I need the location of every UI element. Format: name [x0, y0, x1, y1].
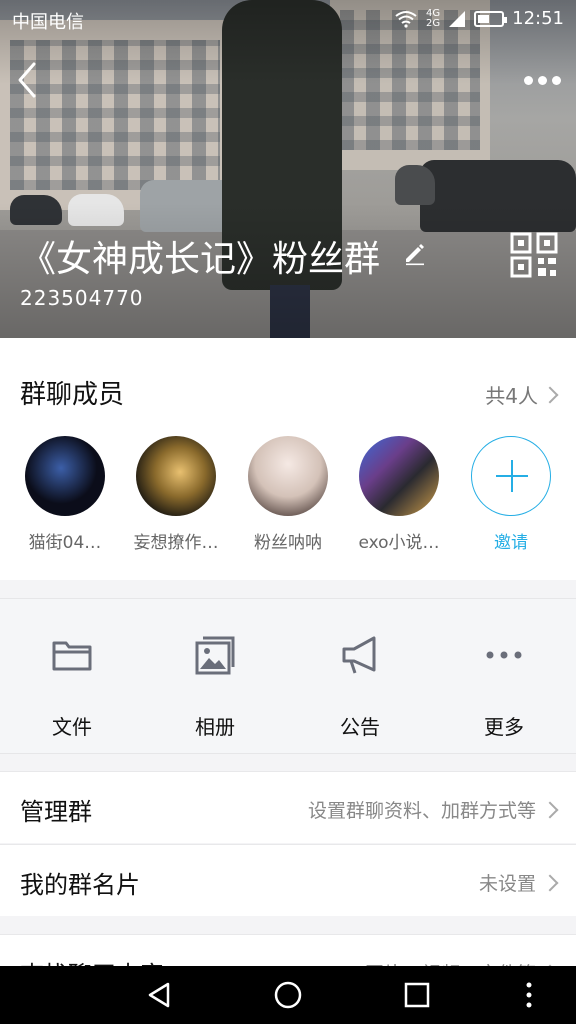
dot-icon — [551, 75, 561, 85]
recent-apps-icon[interactable] — [402, 980, 432, 1010]
chevron-right-icon — [541, 386, 559, 403]
chevron-right-icon — [541, 874, 559, 891]
invite-button[interactable]: 邀请 — [456, 436, 566, 553]
member-item[interactable]: exo小说… — [344, 436, 454, 553]
tool-announcement[interactable]: 公告 — [310, 633, 410, 740]
member-item[interactable]: 妄想撩作… — [121, 436, 231, 553]
tool-label: 文件 — [52, 715, 92, 739]
tool-album[interactable]: 相册 — [165, 633, 265, 740]
member-count: 共4人 — [485, 384, 538, 408]
back-triangle-icon[interactable] — [144, 980, 174, 1010]
group-id: 223504770 — [20, 286, 144, 310]
wifi-icon — [395, 10, 417, 28]
tools-row: 文件 相册 公告 更多 — [0, 598, 576, 754]
members-title: 群聊成员 — [20, 380, 125, 410]
dot-icon — [537, 75, 547, 85]
avatar — [359, 436, 439, 516]
more-dots-icon — [486, 651, 522, 659]
tool-label: 相册 — [195, 715, 235, 739]
member-name: exo小说… — [358, 533, 440, 553]
row-value: 设置群聊资料、加群方式等 — [307, 800, 536, 822]
qr-code-icon[interactable] — [510, 232, 558, 278]
row-value: 未设置 — [478, 873, 536, 895]
carrier-label: 中国电信 — [12, 12, 84, 33]
system-navigation-bar — [0, 966, 576, 1024]
manage-group-row[interactable]: 管理群 设置群聊资料、加群方式等 — [0, 771, 576, 843]
avatar — [25, 436, 105, 516]
home-circle-icon[interactable] — [273, 980, 303, 1010]
chevron-right-icon — [541, 801, 559, 818]
group-title: 《女神成长记》粉丝群 — [20, 239, 381, 280]
megaphone-icon — [342, 636, 376, 674]
dot-icon — [523, 75, 533, 85]
tool-more[interactable]: 更多 — [454, 633, 554, 740]
member-item[interactable]: 猫街04… — [10, 436, 120, 553]
menu-dots-icon[interactable] — [514, 980, 544, 1010]
row-label: 我的群名片 — [20, 871, 140, 899]
tool-label: 更多 — [484, 715, 524, 739]
signal-icon — [449, 10, 466, 27]
tool-files[interactable]: 文件 — [22, 633, 122, 740]
tool-label: 公告 — [340, 715, 380, 739]
edit-pencil-icon[interactable] — [402, 240, 428, 266]
member-name: 粉丝呐呐 — [254, 533, 322, 553]
member-count-link[interactable]: 共4人 — [485, 380, 559, 409]
member-name: 妄想撩作… — [133, 533, 219, 553]
album-icon — [195, 636, 235, 675]
members-section: 群聊成员 共4人 猫街04… 妄想撩作… 粉丝呐呐 exo小说… 邀请 — [0, 338, 576, 580]
folder-icon — [52, 641, 92, 671]
avatar — [136, 436, 216, 516]
clock: 12:51 — [512, 8, 564, 29]
group-card-row[interactable]: 我的群名片 未设置 — [0, 844, 576, 916]
avatar — [248, 436, 328, 516]
member-item[interactable]: 粉丝呐呐 — [233, 436, 343, 553]
network-type: 4G 2G — [426, 7, 441, 29]
status-bar: 中国电信 4G 2G 12:51 — [0, 0, 576, 40]
invite-label: 邀请 — [494, 533, 528, 553]
member-name: 猫街04… — [28, 533, 102, 553]
battery-icon — [474, 10, 508, 27]
more-options-button[interactable] — [520, 70, 564, 90]
row-label: 管理群 — [20, 798, 92, 826]
plus-icon — [471, 436, 551, 516]
back-arrow-icon[interactable] — [12, 60, 42, 100]
